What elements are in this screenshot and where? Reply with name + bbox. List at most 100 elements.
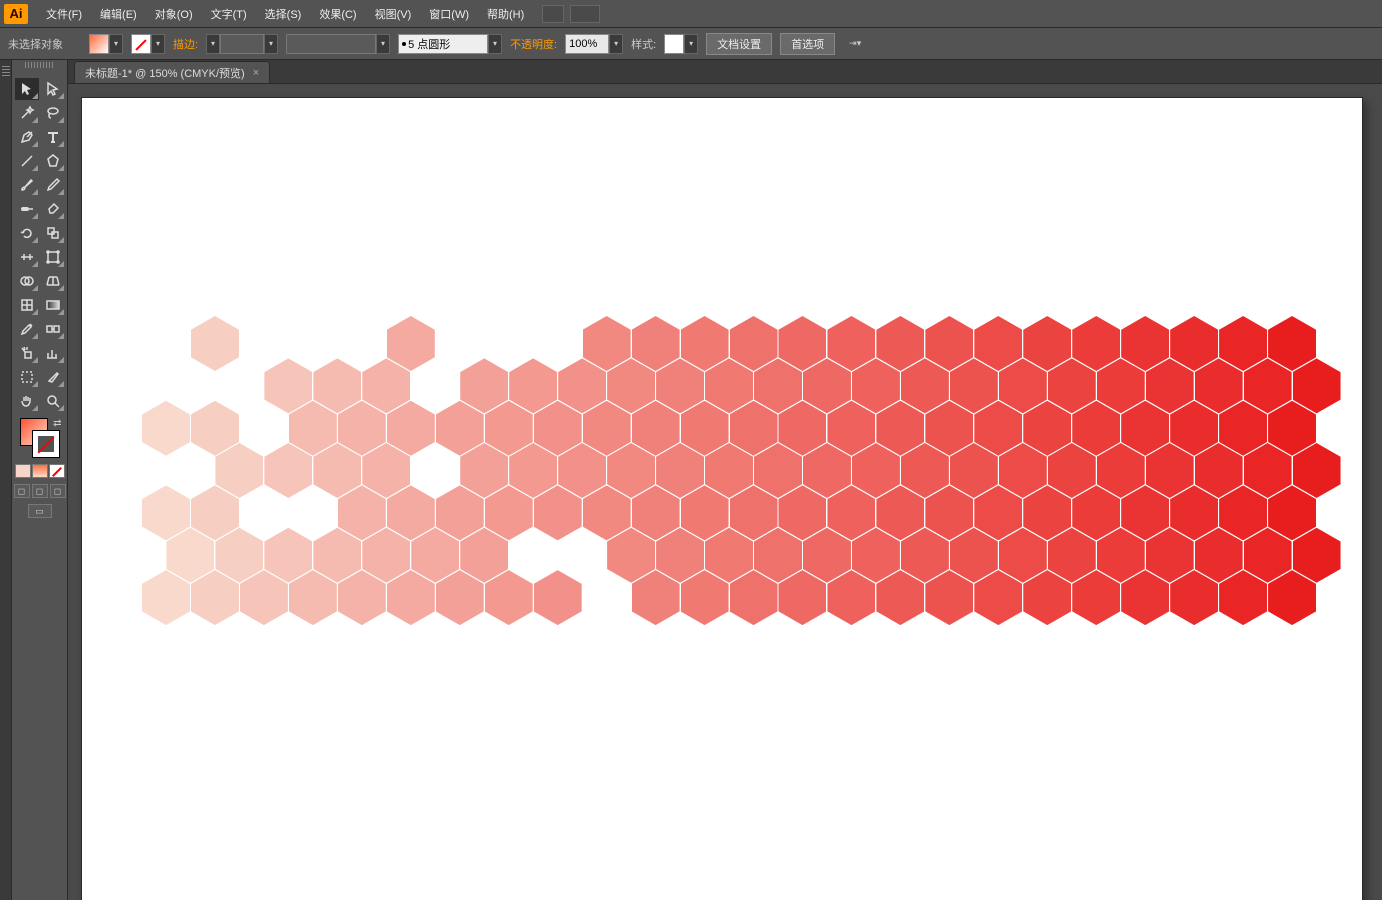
shape-builder-tool[interactable] (15, 270, 39, 292)
app-logo-icon: Ai (4, 4, 28, 24)
hexagon-cell (142, 485, 190, 540)
eraser-tool[interactable] (41, 198, 65, 220)
draw-mode-row: ◻ ◻ ◻ (14, 484, 66, 498)
brush-dd-icon[interactable] (488, 34, 502, 54)
stroke-color-icon[interactable] (32, 430, 60, 458)
brush-dot-icon (402, 42, 406, 46)
screen-mode-row: ▭ (28, 504, 52, 518)
selection-tool[interactable] (15, 78, 39, 100)
variable-width-group[interactable] (286, 34, 390, 54)
swap-fill-stroke-icon[interactable]: ⇄ (53, 418, 61, 429)
gpu-preview-icon[interactable] (542, 5, 564, 23)
document-area: 未标题-1* @ 150% (CMYK/预览) × (68, 60, 1382, 900)
menu-edit[interactable]: 编辑(E) (92, 2, 145, 26)
symbol-sprayer-tool[interactable] (15, 342, 39, 364)
close-tab-icon[interactable]: × (253, 67, 259, 79)
draw-behind-icon[interactable]: ◻ (32, 484, 48, 498)
hexagon-artwork (142, 316, 1342, 736)
workspace: ⇄ ◻ ◻ ◻ ▭ 未标题-1* @ 150% (CMYK/预览) × (0, 60, 1382, 900)
fill-dropdown-icon[interactable] (109, 34, 123, 54)
menu-extras (542, 5, 600, 23)
direct-selection-tool[interactable] (41, 78, 65, 100)
preferences-button[interactable]: 首选项 (780, 33, 835, 55)
fill-stroke-control[interactable]: ⇄ (18, 418, 62, 458)
lasso-tool[interactable] (41, 102, 65, 124)
arrange-docs-icon[interactable] (570, 5, 600, 23)
menu-bar: Ai 文件(F) 编辑(E) 对象(O) 文字(T) 选择(S) 效果(C) 视… (0, 0, 1382, 28)
fill-swatch-icon[interactable] (89, 34, 109, 54)
stroke-swatch-icon[interactable] (131, 34, 151, 54)
gradient-tool[interactable] (41, 294, 65, 316)
paintbrush-tool[interactable] (15, 174, 39, 196)
hexagon-cell (534, 570, 582, 625)
width-tool[interactable] (15, 246, 39, 268)
artboard (82, 98, 1362, 900)
screen-mode-button[interactable]: ▭ (28, 504, 52, 518)
stroke-dropdown-icon[interactable] (151, 34, 165, 54)
blend-tool[interactable] (41, 318, 65, 340)
fill-swatch-group[interactable] (89, 34, 123, 54)
menu-file[interactable]: 文件(F) (38, 2, 90, 26)
color-mode-none[interactable] (49, 464, 65, 478)
artboard-tool[interactable] (15, 366, 39, 388)
draw-normal-icon[interactable]: ◻ (14, 484, 30, 498)
stroke-weight-dec-icon[interactable] (206, 34, 220, 54)
free-transform-tool[interactable] (41, 246, 65, 268)
zoom-tool[interactable] (41, 390, 65, 412)
style-label: 样式: (631, 36, 656, 52)
scale-tool[interactable] (41, 222, 65, 244)
draw-inside-icon[interactable]: ◻ (50, 484, 66, 498)
rotate-tool[interactable] (15, 222, 39, 244)
column-graph-tool[interactable] (41, 342, 65, 364)
stroke-weight-inc-icon[interactable] (264, 34, 278, 54)
variable-width-input[interactable] (286, 34, 376, 54)
variable-width-dd-icon[interactable] (376, 34, 390, 54)
blob-brush-tool[interactable] (15, 198, 39, 220)
opacity-group[interactable]: 100% (565, 34, 623, 54)
menu-type[interactable]: 文字(T) (203, 2, 255, 26)
menu-help[interactable]: 帮助(H) (479, 2, 532, 26)
opacity-label: 不透明度: (510, 36, 557, 52)
brush-definition[interactable]: 5 点圆形 (398, 34, 488, 54)
color-mode-solid[interactable] (15, 464, 31, 478)
menu-view[interactable]: 视图(V) (367, 2, 420, 26)
magic-wand-tool[interactable] (15, 102, 39, 124)
perspective-grid-tool[interactable] (41, 270, 65, 292)
pencil-tool[interactable] (41, 174, 65, 196)
doc-setup-button[interactable]: 文档设置 (706, 33, 772, 55)
align-flyout-icon[interactable]: ⇥▾ (843, 34, 867, 54)
dock-grip-icon (2, 66, 10, 78)
tools-panel: ⇄ ◻ ◻ ◻ ▭ (12, 60, 68, 900)
menu-window[interactable]: 窗口(W) (421, 2, 477, 26)
line-tool[interactable] (15, 150, 39, 172)
stroke-weight-input[interactable] (220, 34, 264, 54)
document-tab[interactable]: 未标题-1* @ 150% (CMYK/预览) × (74, 61, 270, 83)
opacity-input[interactable]: 100% (565, 34, 609, 54)
pen-tool[interactable] (15, 126, 39, 148)
hexagon-cell (191, 316, 239, 371)
opacity-dd-icon[interactable] (609, 34, 623, 54)
color-mode-gradient[interactable] (32, 464, 48, 478)
menu-select[interactable]: 选择(S) (257, 2, 310, 26)
options-bar: 未选择对象 描边: 5 点圆形 不透明度: 100% 样式: 文档设置 首选项 … (0, 28, 1382, 60)
menu-effect[interactable]: 效果(C) (311, 2, 364, 26)
shape-tool[interactable] (41, 150, 65, 172)
stroke-swatch-group[interactable] (131, 34, 165, 54)
type-tool[interactable] (41, 126, 65, 148)
left-dock-strip[interactable] (0, 60, 12, 900)
slice-tool[interactable] (41, 366, 65, 388)
canvas-viewport[interactable] (68, 84, 1382, 900)
document-tab-bar: 未标题-1* @ 150% (CMYK/预览) × (68, 60, 1382, 84)
stroke-label: 描边: (173, 36, 198, 52)
menu-object[interactable]: 对象(O) (147, 2, 201, 26)
brush-group[interactable]: 5 点圆形 (398, 34, 502, 54)
hand-tool[interactable] (15, 390, 39, 412)
mesh-tool[interactable] (15, 294, 39, 316)
document-tab-title: 未标题-1* @ 150% (CMYK/预览) (85, 65, 245, 81)
style-dd-icon[interactable] (684, 34, 698, 54)
brush-name: 5 点圆形 (408, 36, 450, 52)
style-swatch-icon[interactable] (664, 34, 684, 54)
eyedropper-tool[interactable] (15, 318, 39, 340)
style-group[interactable] (664, 34, 698, 54)
stroke-weight-group[interactable] (206, 34, 278, 54)
